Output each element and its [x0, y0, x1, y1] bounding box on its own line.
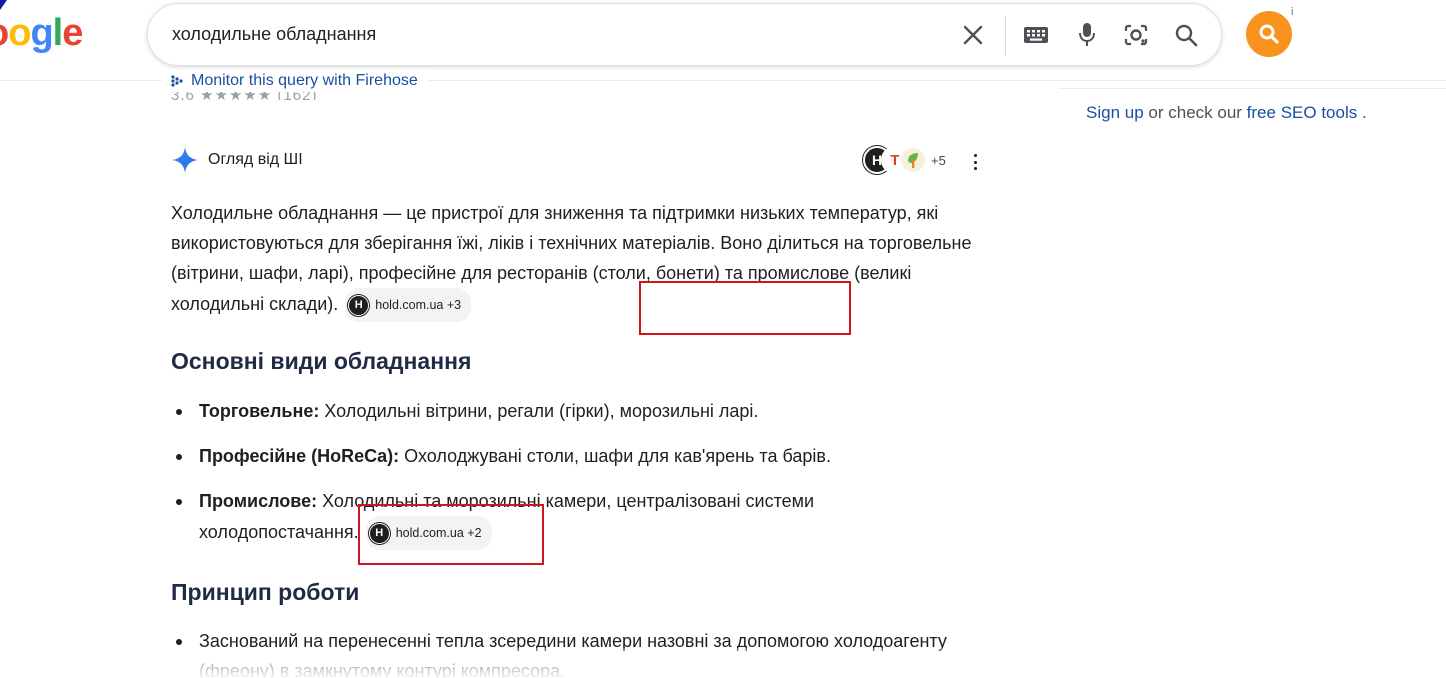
types-list: Торговельне: Холодильні вітрини, регали …	[176, 396, 999, 565]
mouse-cursor-icon	[0, 0, 7, 10]
search-divider	[1005, 16, 1006, 56]
search-icon[interactable]	[1171, 20, 1201, 50]
search-box[interactable]: холодильне обладнання	[147, 3, 1222, 66]
sidebar-divider	[1058, 88, 1446, 89]
extension-search-button[interactable]	[1246, 11, 1292, 57]
more-vert-icon[interactable]	[968, 151, 982, 173]
content-fade-overlay	[160, 648, 1000, 678]
firehose-icon	[171, 75, 183, 87]
source-chip-label: hold.com.ua +3	[375, 298, 462, 312]
search-icon	[1259, 24, 1279, 44]
list-item: Професійне (HoReCa): Охолоджувані столи,…	[176, 441, 999, 471]
signup-link[interactable]: Sign up	[1086, 103, 1144, 122]
signup-text: Sign up or check our free SEO tools .	[1086, 103, 1367, 123]
list-item: Промислове: Холодильні та морозильні кам…	[176, 486, 919, 550]
google-serp-page: oogle холодильне обладнання i 3,6 ★★★★★ …	[0, 0, 1446, 678]
gemini-sparkle-icon	[172, 147, 198, 173]
info-icon[interactable]: i	[1291, 6, 1293, 18]
section-title-types: Основні види обладнання	[171, 348, 472, 374]
list-item-bold: Професійне (HoReCa):	[199, 446, 400, 466]
firehose-label: Monitor this query with Firehose	[191, 72, 418, 89]
logo-letter: e	[62, 12, 83, 54]
signup-or-text: or check our	[1143, 103, 1247, 122]
free-seo-tools-link[interactable]: free SEO tools	[1247, 103, 1358, 122]
highlight-box	[358, 504, 544, 565]
ai-overview-paragraph: Холодильне обладнання — це пристрої для …	[171, 198, 991, 322]
google-logo[interactable]: oogle	[0, 12, 83, 55]
list-item: Торговельне: Холодильні вітрини, регали …	[176, 396, 999, 426]
list-item-bold: Торговельне:	[199, 401, 320, 421]
keyboard-icon[interactable]	[1021, 20, 1051, 50]
signup-end-text: .	[1357, 103, 1367, 122]
ai-overview-text: Холодильне обладнання — це пристрої для …	[171, 203, 972, 314]
list-item-text: Холодильні вітрини, регали (гірки), моро…	[319, 401, 759, 421]
source-favicon-leaf-icon	[899, 146, 927, 174]
highlight-box	[639, 281, 851, 335]
logo-letter: g	[30, 12, 53, 54]
close-icon[interactable]	[958, 20, 988, 50]
list-item-bold: Промислове:	[199, 491, 318, 511]
logo-letter: o	[8, 12, 31, 54]
sources-more-count: +5	[931, 152, 946, 168]
camera-lens-icon[interactable]	[1121, 20, 1151, 50]
microphone-icon[interactable]	[1072, 20, 1102, 50]
ai-overview-title: Огляд від ШІ	[208, 151, 303, 168]
logo-letter: l	[52, 12, 64, 54]
search-input[interactable]: холодильне обладнання	[172, 24, 376, 45]
ai-overview-header: Огляд від ШІ	[171, 146, 303, 174]
source-chip-1[interactable]: Hhold.com.ua +3	[345, 288, 472, 322]
list-item-text: Охолоджувані столи, шафи для кав'ярень т…	[399, 446, 831, 466]
firehose-monitor-link[interactable]: Monitor this query with Firehose	[162, 70, 428, 92]
logo-letter: o	[0, 12, 9, 54]
ai-sources-stack[interactable]: H T +5	[863, 146, 946, 174]
section-title-principle: Принцип роботи	[171, 579, 360, 605]
hold-favicon-icon: H	[348, 294, 370, 316]
